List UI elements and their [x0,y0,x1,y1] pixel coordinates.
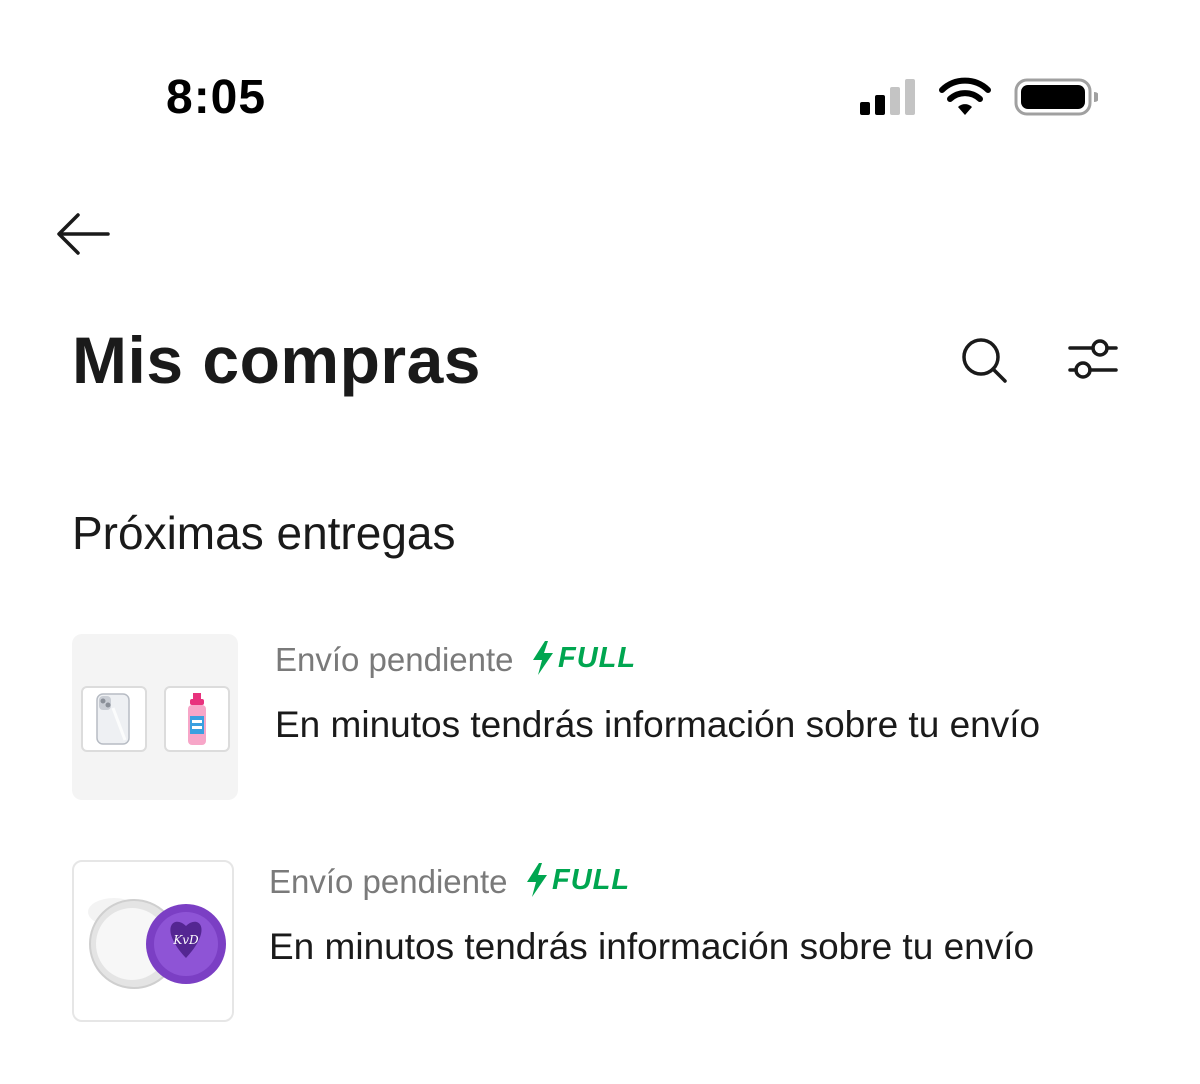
order-item[interactable]: Envío pendiente FULL En minutos tendrás … [72,634,1132,804]
svg-text:KvD: KvD [172,933,199,947]
filter-icon [1068,339,1118,379]
full-badge-label: FULL [551,864,631,896]
filter-button[interactable] [1062,330,1122,390]
status-line: Envío pendiente FULL [269,860,630,904]
section-title: Próximas entregas [72,507,456,559]
bolt-icon [526,863,547,897]
wifi-icon [939,77,991,115]
status-label: Envío pendiente [269,863,508,900]
status-icons [858,76,1099,120]
order-thumbnail [72,634,238,800]
full-badge-label: FULL [557,642,637,674]
status-time: 8:05 [166,71,267,124]
bolt-icon [532,641,553,675]
powder-jar-image: KvD [88,898,226,989]
back-button[interactable] [52,206,116,262]
spray-bottle-image [164,686,230,752]
status-line: Envío pendiente FULL [275,638,636,682]
search-button[interactable] [954,330,1014,390]
order-message: En minutos tendrás información sobre tu … [275,704,1041,745]
full-badge: FULL [530,636,636,680]
order-message: En minutos tendrás información sobre tu … [269,926,1035,967]
signal-icon [860,79,915,115]
back-arrow-icon [57,213,110,255]
page-title: Mis compras [72,323,481,397]
status-bar: 8:05 [0,0,1200,150]
battery-icon [1014,78,1099,116]
order-item[interactable]: KvD Envío pendiente FULL En minutos tend… [72,860,1132,1030]
order-thumbnail: KvD [72,860,234,1022]
full-badge: FULL [524,858,630,902]
search-icon [962,338,1007,383]
status-label: Envío pendiente [275,641,514,678]
phone-case-image [81,686,147,752]
